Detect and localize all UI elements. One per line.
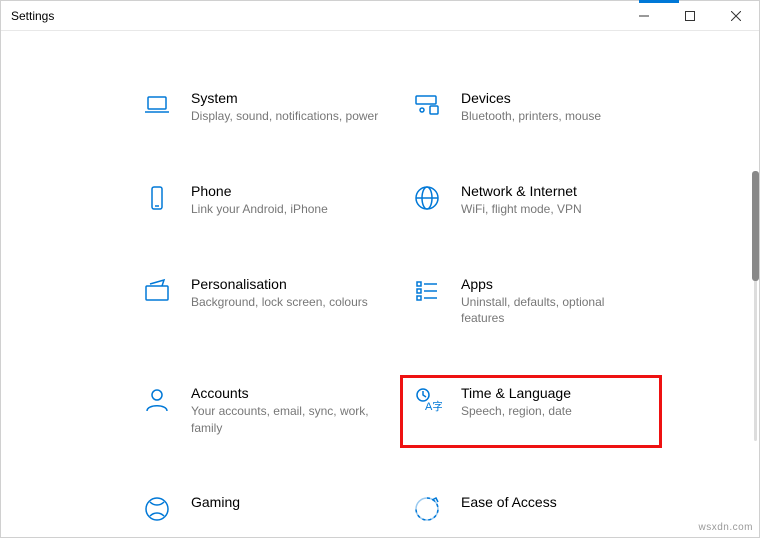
category-title: Apps bbox=[461, 275, 651, 293]
category-text: Time & Language Speech, region, date bbox=[461, 384, 651, 419]
titlebar: Settings bbox=[1, 1, 759, 31]
category-title: Gaming bbox=[191, 493, 381, 511]
category-desc: Speech, region, date bbox=[461, 403, 651, 419]
settings-grid: System Display, sound, notifications, po… bbox=[1, 31, 759, 537]
category-desc: Display, sound, notifications, power bbox=[191, 108, 381, 124]
category-text: System Display, sound, notifications, po… bbox=[191, 89, 381, 124]
xbox-icon bbox=[141, 493, 173, 525]
window-controls bbox=[621, 1, 759, 31]
watermark: wsxdn.com bbox=[698, 522, 753, 533]
category-gaming[interactable]: Gaming bbox=[131, 485, 391, 537]
category-title: Personalisation bbox=[191, 275, 381, 293]
category-text: Phone Link your Android, iPhone bbox=[191, 182, 381, 217]
category-text: Personalisation Background, lock screen,… bbox=[191, 275, 381, 310]
category-title: Ease of Access bbox=[461, 493, 651, 511]
devices-icon bbox=[411, 89, 443, 121]
category-personalisation[interactable]: Personalisation Background, lock screen,… bbox=[131, 267, 391, 338]
category-title: Time & Language bbox=[461, 384, 651, 402]
category-system[interactable]: System Display, sound, notifications, po… bbox=[131, 81, 391, 136]
close-button[interactable] bbox=[713, 1, 759, 31]
category-title: Devices bbox=[461, 89, 651, 107]
category-desc: Your accounts, email, sync, work, family bbox=[191, 403, 381, 435]
category-text: Apps Uninstall, defaults, optional featu… bbox=[461, 275, 651, 327]
category-accounts[interactable]: Accounts Your accounts, email, sync, wor… bbox=[131, 376, 391, 447]
minimize-button[interactable] bbox=[621, 1, 667, 31]
category-desc: Uninstall, defaults, optional features bbox=[461, 294, 651, 326]
category-time-language[interactable]: A字 Time & Language Speech, region, date bbox=[401, 376, 661, 447]
category-desc: WiFi, flight mode, VPN bbox=[461, 201, 651, 217]
category-title: Accounts bbox=[191, 384, 381, 402]
apps-list-icon bbox=[411, 275, 443, 307]
scrollbar-thumb[interactable] bbox=[752, 171, 759, 281]
category-title: System bbox=[191, 89, 381, 107]
time-lang-icon: A字 bbox=[411, 384, 443, 416]
laptop-icon bbox=[141, 89, 173, 121]
window-title: Settings bbox=[11, 9, 54, 23]
person-icon bbox=[141, 384, 173, 416]
globe-icon bbox=[411, 182, 443, 214]
category-desc: Background, lock screen, colours bbox=[191, 294, 381, 310]
category-title: Phone bbox=[191, 182, 381, 200]
category-devices[interactable]: Devices Bluetooth, printers, mouse bbox=[401, 81, 661, 136]
category-network[interactable]: Network & Internet WiFi, flight mode, VP… bbox=[401, 174, 661, 229]
category-phone[interactable]: Phone Link your Android, iPhone bbox=[131, 174, 391, 229]
paintbrush-icon bbox=[141, 275, 173, 307]
maximize-button[interactable] bbox=[667, 1, 713, 31]
category-text: Ease of Access bbox=[461, 493, 651, 512]
category-desc: Bluetooth, printers, mouse bbox=[461, 108, 651, 124]
category-desc: Link your Android, iPhone bbox=[191, 201, 381, 217]
phone-icon bbox=[141, 182, 173, 214]
scrollbar[interactable] bbox=[754, 171, 757, 441]
category-apps[interactable]: Apps Uninstall, defaults, optional featu… bbox=[401, 267, 661, 338]
ease-icon bbox=[411, 493, 443, 525]
category-text: Network & Internet WiFi, flight mode, VP… bbox=[461, 182, 651, 217]
category-text: Accounts Your accounts, email, sync, wor… bbox=[191, 384, 381, 436]
category-text: Gaming bbox=[191, 493, 381, 512]
svg-text:A字: A字 bbox=[425, 399, 442, 413]
category-text: Devices Bluetooth, printers, mouse bbox=[461, 89, 651, 124]
category-ease-of-access[interactable]: Ease of Access bbox=[401, 485, 661, 537]
category-title: Network & Internet bbox=[461, 182, 651, 200]
